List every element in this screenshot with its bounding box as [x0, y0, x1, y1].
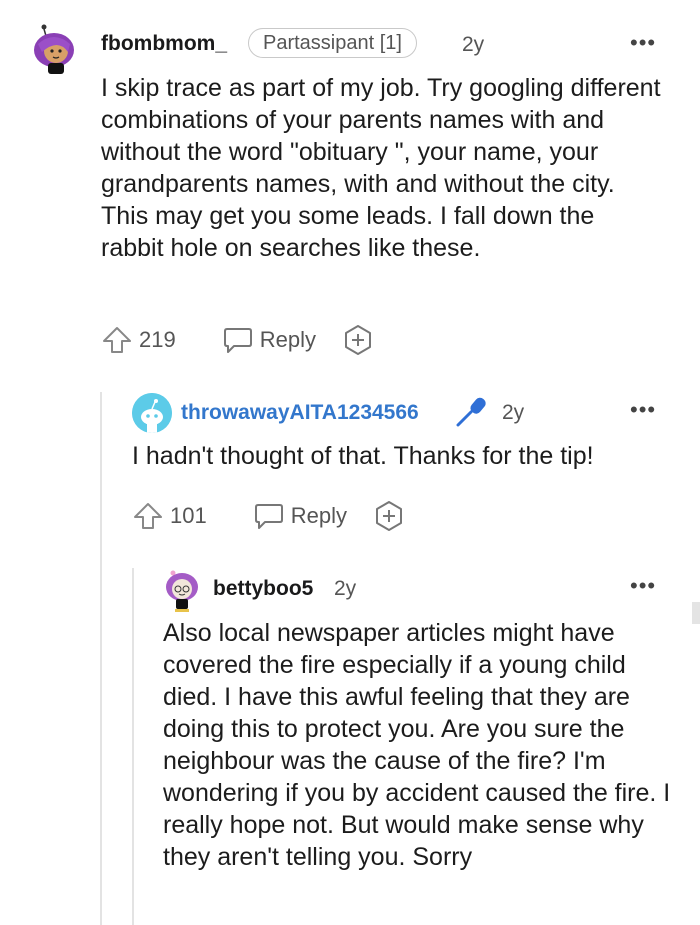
- comment-body: Also local newspaper articles might have…: [163, 619, 671, 871]
- reply-bubble-icon: [254, 504, 283, 529]
- award-button[interactable]: [342, 324, 374, 356]
- more-options-button[interactable]: •••: [630, 573, 656, 599]
- more-options-button[interactable]: •••: [630, 397, 656, 423]
- upvote-button[interactable]: 219: [101, 325, 176, 355]
- comment-actions: 219 Reply: [101, 324, 374, 356]
- comment-body: I skip trace as part of my job. Try goog…: [101, 74, 661, 262]
- vote-count: 101: [170, 503, 207, 528]
- snoo-avatar-icon: [166, 570, 198, 612]
- avatar[interactable]: [32, 22, 76, 74]
- reply-button[interactable]: Reply: [222, 325, 316, 355]
- upvote-button[interactable]: 101: [132, 501, 207, 531]
- comment-username[interactable]: bettyboo5: [213, 577, 313, 601]
- thread-line-level-1[interactable]: [100, 392, 102, 925]
- more-options-button[interactable]: •••: [630, 30, 656, 56]
- comment-actions: 101 Reply: [132, 500, 405, 532]
- reply-button[interactable]: Reply: [253, 501, 347, 531]
- comment-username[interactable]: throwawayAITA1234566: [181, 401, 419, 425]
- snoo-avatar-icon: [34, 24, 74, 74]
- comment-age: 2y: [334, 577, 357, 600]
- upvote-arrow-icon: [134, 503, 162, 529]
- reply-label: Reply: [259, 327, 316, 352]
- comment-age: 2y: [462, 33, 485, 56]
- vote-count: 219: [139, 327, 176, 352]
- avatar[interactable]: [163, 569, 201, 613]
- upvote-arrow-icon: [103, 327, 131, 353]
- user-flair: Partassipant [1]: [248, 28, 417, 58]
- reply-bubble-icon: [223, 328, 252, 353]
- award-plus-icon: [375, 501, 402, 531]
- comment-username[interactable]: fbombmom_: [101, 32, 227, 56]
- award-button[interactable]: [373, 500, 405, 532]
- default-snoo-icon: [132, 393, 172, 433]
- comment-body: I hadn't thought of that. Thanks for the…: [132, 442, 594, 470]
- award-plus-icon: [344, 325, 371, 355]
- microphone-icon: [455, 395, 491, 427]
- thread-line-level-2[interactable]: [132, 568, 134, 925]
- comment-age: 2y: [502, 401, 525, 424]
- scrollbar-thumb[interactable]: [692, 602, 700, 624]
- avatar[interactable]: [132, 393, 172, 433]
- reply-label: Reply: [290, 503, 347, 528]
